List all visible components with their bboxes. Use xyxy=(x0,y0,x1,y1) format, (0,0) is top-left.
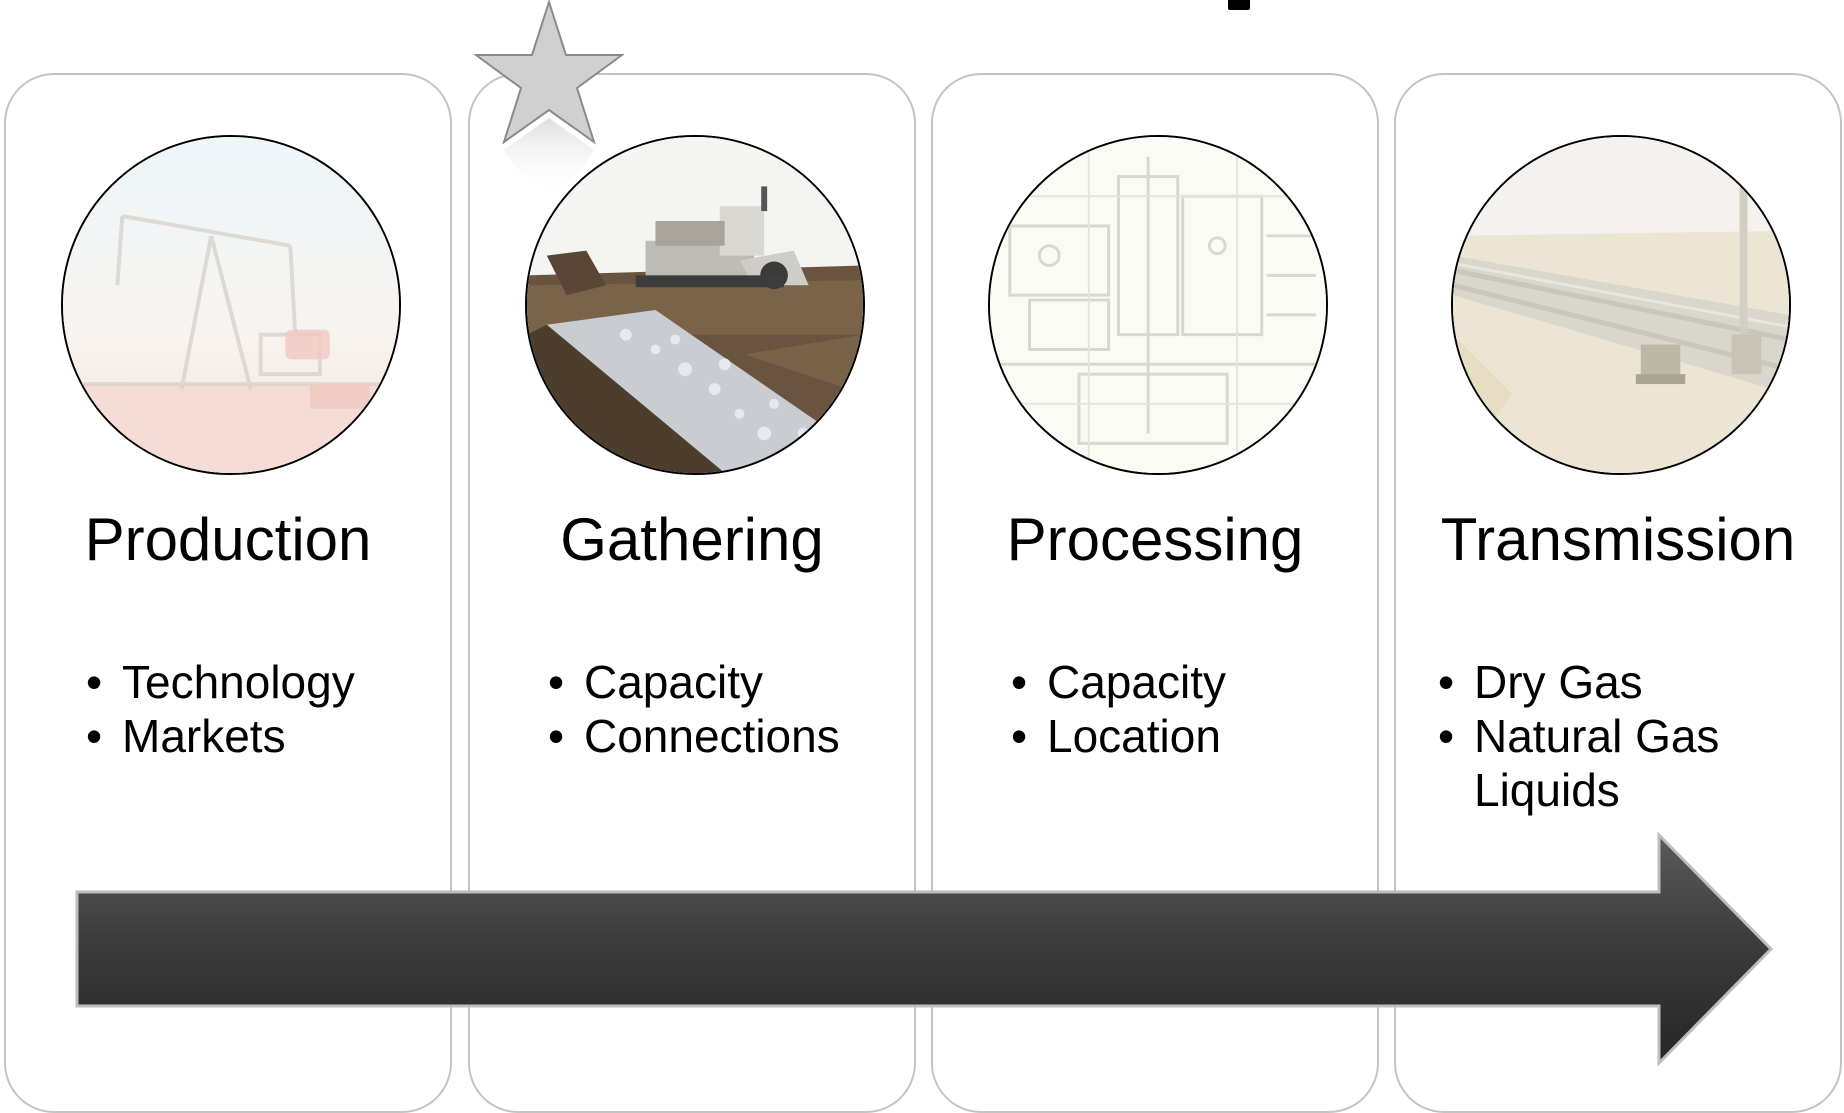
stage-bullets-transmission: Dry Gas Natural Gas Liquids xyxy=(1438,655,1744,817)
pumpjack-image xyxy=(61,135,401,475)
bullet-item: Dry Gas xyxy=(1438,655,1744,709)
bullet-item: Natural Gas Liquids xyxy=(1438,709,1744,817)
blueprint-image xyxy=(988,135,1328,475)
pumpjack-illustration xyxy=(63,137,399,473)
stage-title-gathering: Gathering xyxy=(560,506,824,573)
flow-arrow xyxy=(75,832,1774,1066)
title-fragment xyxy=(1228,0,1250,10)
stage-bullets-processing: Capacity Location xyxy=(1011,655,1226,763)
bullet-item: Connections xyxy=(548,709,840,763)
pipeline-illustration xyxy=(1453,137,1789,473)
bullet-item: Technology xyxy=(86,655,355,709)
stage-title-transmission: Transmission xyxy=(1440,506,1796,573)
stage-bullets-production: Technology Markets xyxy=(86,655,355,763)
blueprint-illustration xyxy=(990,137,1326,473)
stage-bullets-gathering: Capacity Connections xyxy=(548,655,840,763)
bullet-item: Capacity xyxy=(1011,655,1226,709)
bullet-item: Capacity xyxy=(548,655,840,709)
bullet-item: Markets xyxy=(86,709,355,763)
star-icon xyxy=(474,0,624,195)
bullet-item: Location xyxy=(1011,709,1226,763)
pipeline-construction-image xyxy=(1451,135,1791,475)
stage-title-production: Production xyxy=(84,506,372,573)
stage-title-processing: Processing xyxy=(1006,506,1304,573)
